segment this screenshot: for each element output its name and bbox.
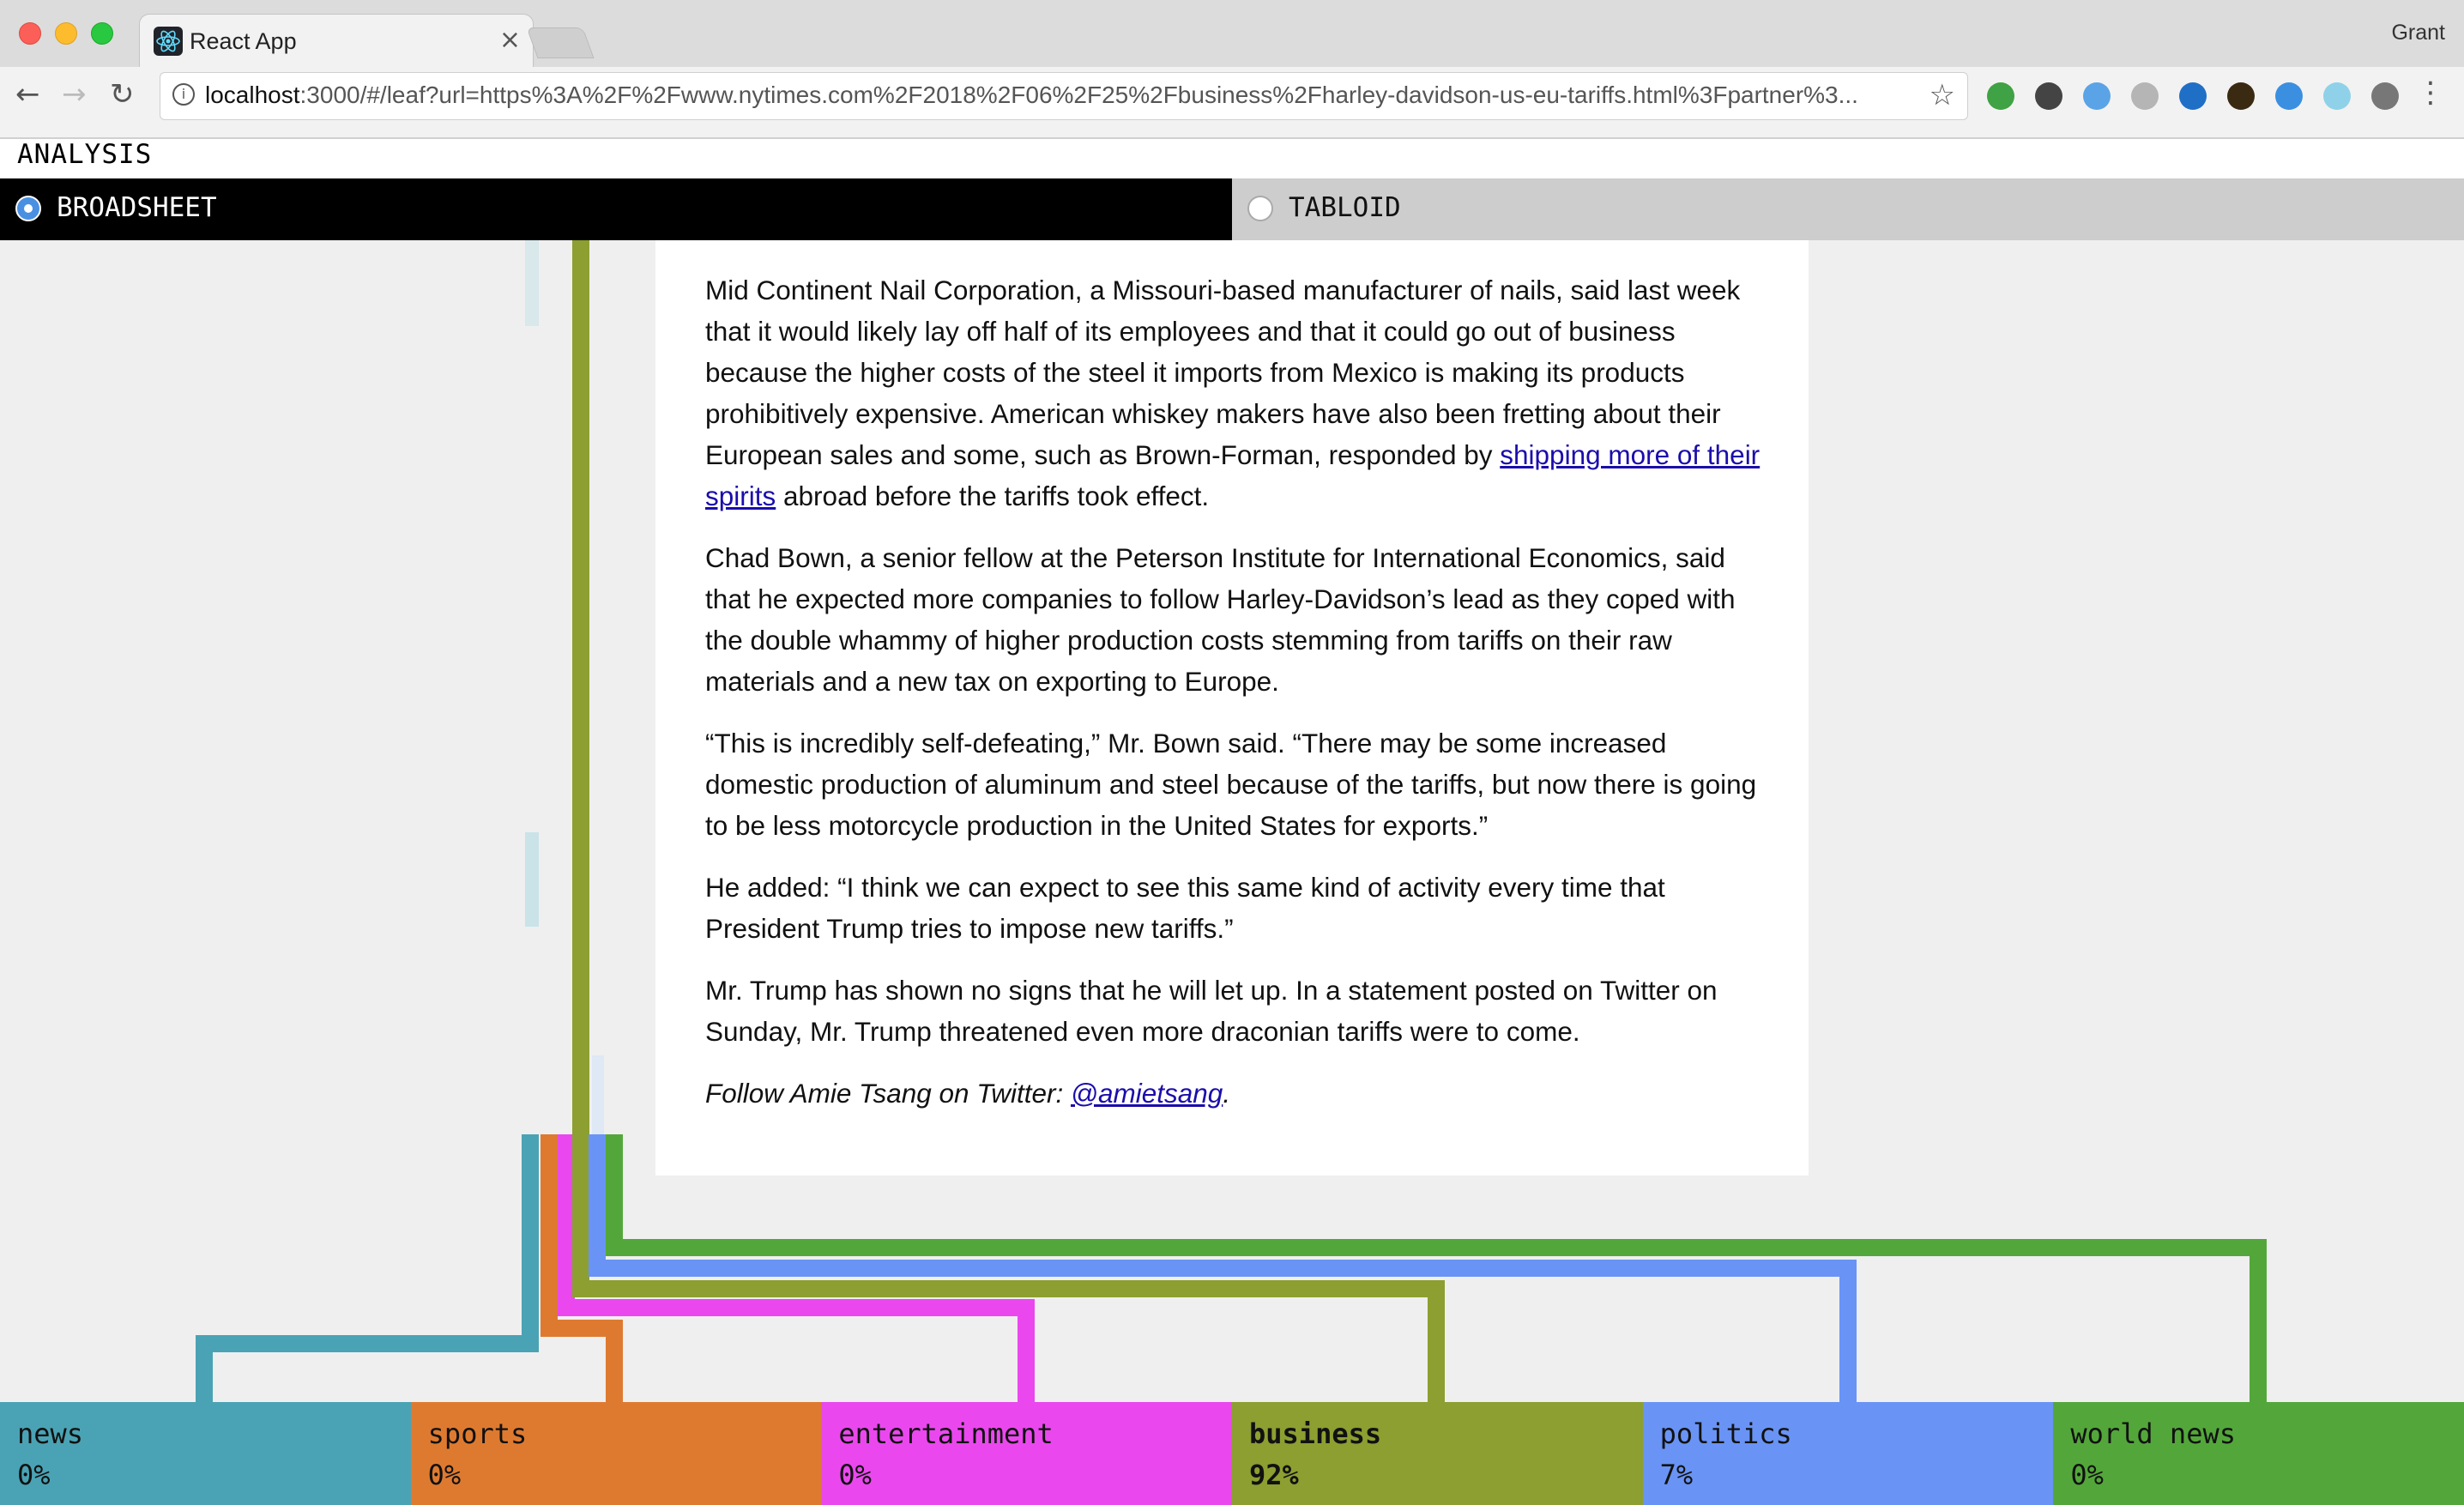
article-card: Mid Continent Nail Corporation, a Missou… <box>655 240 1809 1176</box>
category-name: politics <box>1659 1417 1792 1450</box>
category-name: entertainment <box>838 1417 1054 1450</box>
faint-streak <box>525 832 539 927</box>
article-text: abroad before the tariffs took effect. <box>776 481 1210 511</box>
article-paragraph: “This is incredibly self-defeating,” Mr.… <box>705 728 1757 841</box>
category-percent: 92% <box>1249 1459 1299 1491</box>
article-body: Mid Continent Nail Corporation, a Missou… <box>705 269 1769 1134</box>
follow-period: . <box>1223 1078 1231 1109</box>
category-cell[interactable]: business 92% <box>1232 1402 1643 1505</box>
twitter-handle-link[interactable]: @amietsang <box>1071 1078 1223 1109</box>
category-percent: 7% <box>1659 1459 1694 1491</box>
category-cell[interactable]: world news 0% <box>2053 1402 2464 1505</box>
category-name: world news <box>2070 1417 2236 1450</box>
category-percent: 0% <box>838 1459 872 1491</box>
article-paragraph: He added: “I think we can expect to see … <box>705 872 1665 944</box>
category-name: business <box>1249 1417 1382 1450</box>
category-name: sports <box>427 1417 528 1450</box>
category-cell[interactable]: politics 7% <box>1642 1402 2054 1505</box>
article-paragraph: Mr. Trump has shown no signs that he wil… <box>705 975 1718 1047</box>
article-paragraph: Mid Continent Nail Corporation, a Missou… <box>705 269 1769 517</box>
news-flow-line <box>196 1134 539 1402</box>
category-percent: 0% <box>427 1459 462 1491</box>
faint-streak <box>525 240 539 326</box>
follow-text: Follow Amie Tsang on Twitter: <box>705 1078 1071 1109</box>
article-paragraph: Chad Bown, a senior fellow at the Peters… <box>705 542 1736 697</box>
category-cell[interactable]: entertainment 0% <box>821 1402 1232 1505</box>
category-bar: news 0% sports 0% entertainment 0% business 92%… <box>0 1402 2464 1505</box>
follow-line: Follow Amie Tsang on Twitter: @amietsang… <box>705 1073 1769 1114</box>
category-percent: 0% <box>17 1459 51 1491</box>
category-cell[interactable]: news 0% <box>0 1402 411 1505</box>
category-cell[interactable]: sports 0% <box>410 1402 822 1505</box>
category-percent: 0% <box>2070 1459 2104 1491</box>
category-name: news <box>17 1417 84 1450</box>
